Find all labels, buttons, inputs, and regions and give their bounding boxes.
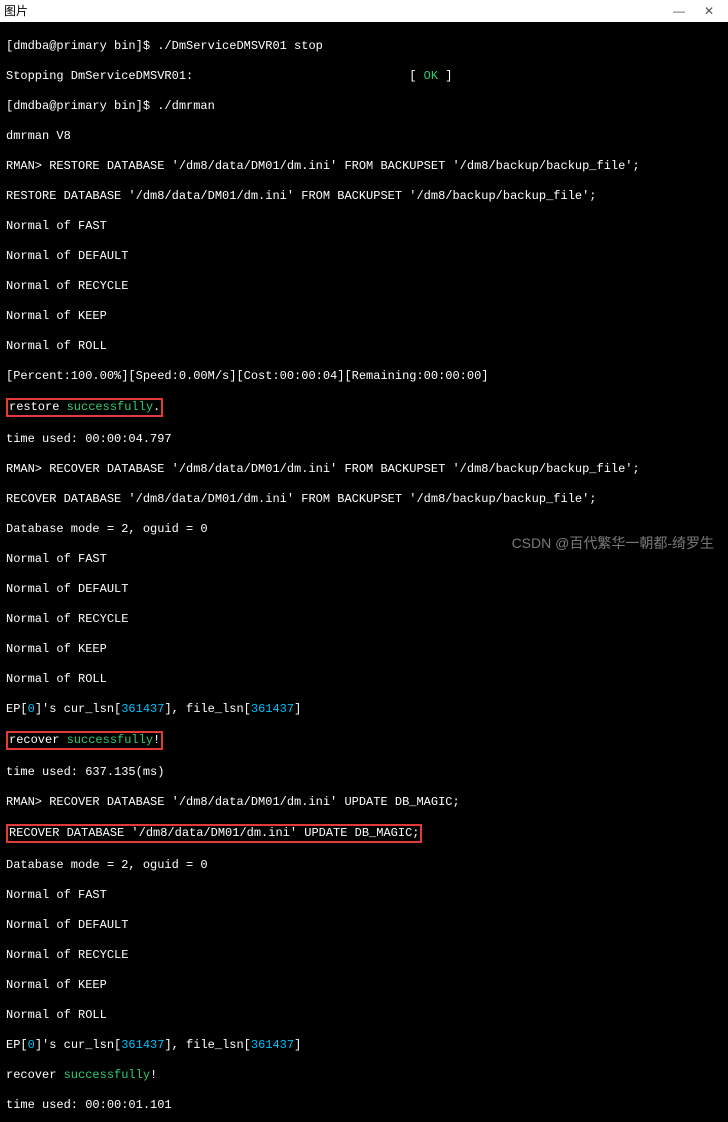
term-line: Normal of KEEP (6, 978, 722, 993)
term-line: RMAN> RECOVER DATABASE '/dm8/data/DM01/d… (6, 462, 722, 477)
term-line: Normal of KEEP (6, 642, 722, 657)
term-line: Normal of ROLL (6, 339, 722, 354)
term-line: [dmdba@primary bin]$ ./dmrman (6, 99, 722, 114)
term-line: recover successfully! (6, 1068, 722, 1083)
term-line: Normal of ROLL (6, 672, 722, 687)
term-line: time used: 00:00:04.797 (6, 432, 722, 447)
term-line: Database mode = 2, oguid = 0 (6, 522, 722, 537)
term-line: restore successfully. (6, 399, 722, 417)
highlight-recover-db-magic: RECOVER DATABASE '/dm8/data/DM01/dm.ini'… (6, 824, 422, 843)
term-line: RMAN> RECOVER DATABASE '/dm8/data/DM01/d… (6, 795, 722, 810)
window-title: 图片 (4, 4, 664, 19)
term-line: Normal of ROLL (6, 1008, 722, 1023)
term-line: EP[0]'s cur_lsn[361437], file_lsn[361437… (6, 1038, 722, 1053)
term-line: RMAN> RESTORE DATABASE '/dm8/data/DM01/d… (6, 159, 722, 174)
status-ok: OK (424, 69, 438, 83)
term-line: Normal of KEEP (6, 309, 722, 324)
term-line: RECOVER DATABASE '/dm8/data/DM01/dm.ini'… (6, 825, 722, 843)
minimize-button[interactable]: — (664, 4, 694, 19)
term-line: [dmdba@primary bin]$ ./DmServiceDMSVR01 … (6, 39, 722, 54)
term-line: recover successfully! (6, 732, 722, 750)
term-line: EP[0]'s cur_lsn[361437], file_lsn[361437… (6, 702, 722, 717)
term-line: [Percent:100.00%][Speed:0.00M/s][Cost:00… (6, 369, 722, 384)
window-titlebar: 图片 — ✕ (0, 0, 728, 22)
term-line: Normal of FAST (6, 888, 722, 903)
terminal-output: [dmdba@primary bin]$ ./DmServiceDMSVR01 … (0, 22, 728, 1122)
term-line: Normal of FAST (6, 552, 722, 567)
highlight-recover-success: recover successfully! (6, 731, 163, 750)
term-line: dmrman V8 (6, 129, 722, 144)
term-line: Normal of FAST (6, 219, 722, 234)
term-line: Normal of RECYCLE (6, 279, 722, 294)
term-line: Normal of RECYCLE (6, 612, 722, 627)
term-line: Normal of DEFAULT (6, 249, 722, 264)
term-line: time used: 00:00:01.101 (6, 1098, 722, 1113)
term-line: time used: 637.135(ms) (6, 765, 722, 780)
term-line: Normal of DEFAULT (6, 582, 722, 597)
term-line: Database mode = 2, oguid = 0 (6, 858, 722, 873)
term-line: Normal of RECYCLE (6, 948, 722, 963)
term-line: RECOVER DATABASE '/dm8/data/DM01/dm.ini'… (6, 492, 722, 507)
highlight-restore-success: restore successfully. (6, 398, 163, 417)
term-line: RESTORE DATABASE '/dm8/data/DM01/dm.ini'… (6, 189, 722, 204)
term-line: Stopping DmServiceDMSVR01: [ OK ] (6, 69, 722, 84)
term-line: Normal of DEFAULT (6, 918, 722, 933)
close-button[interactable]: ✕ (694, 4, 724, 19)
